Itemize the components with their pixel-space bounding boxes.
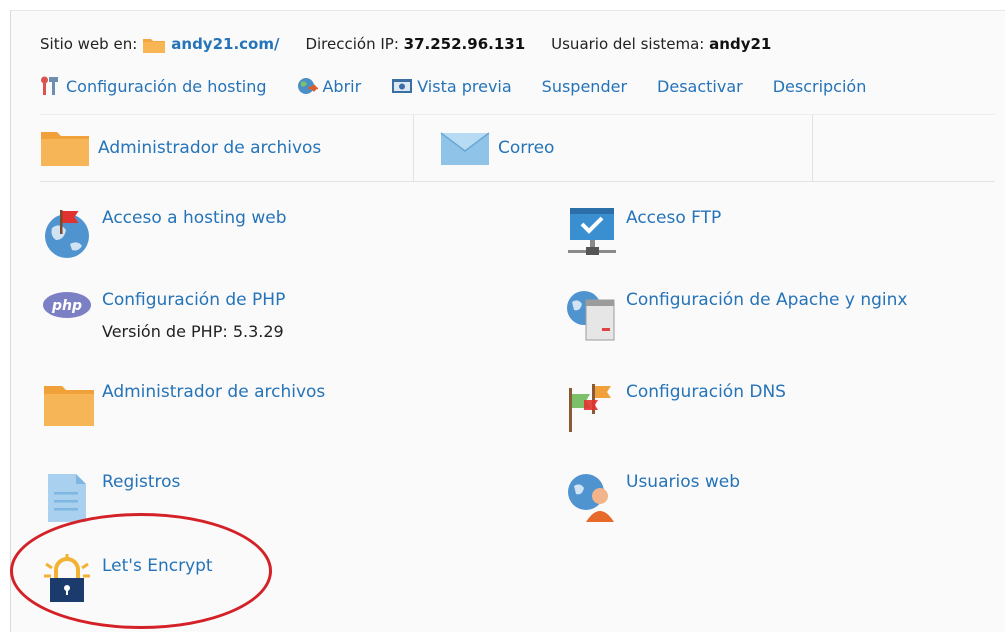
system-user-label: Usuario del sistema: <box>551 35 705 53</box>
site-domain-link[interactable]: andy21.com/ <box>171 35 279 53</box>
globe-arrow-icon <box>296 76 320 96</box>
quick-tiles: Administrador de archivos Correo <box>40 114 995 182</box>
tile-mail-label: Correo <box>498 138 555 158</box>
svg-text:php: php <box>51 298 82 314</box>
web-users-item[interactable]: Usuarios web <box>566 470 740 524</box>
tile-file-manager-label: Administrador de archivos <box>98 138 322 158</box>
globe-flag-icon <box>42 206 96 260</box>
apache-config-item[interactable]: Configuración de Apache y nginx <box>566 288 907 342</box>
hosting-settings-link[interactable]: Configuración de hosting <box>40 76 266 96</box>
hosting-settings-label: Configuración de hosting <box>66 76 267 96</box>
lets-encrypt-label: Let's Encrypt <box>102 556 213 576</box>
system-user-value: andy21 <box>709 35 772 53</box>
folder-icon <box>40 128 90 168</box>
web-users-label: Usuarios web <box>626 472 741 492</box>
open-label: Abrir <box>322 76 362 96</box>
dns-config-label: Configuración DNS <box>626 382 786 402</box>
preview-label: Vista previa <box>417 76 512 96</box>
folder-icon <box>42 380 96 434</box>
tile-divider <box>812 115 813 181</box>
php-version-text: Versión de PHP: 5.3.29 <box>102 322 284 341</box>
file-manager-label: Administrador de archivos <box>102 382 326 402</box>
deactivate-label: Desactivar <box>657 76 743 96</box>
php-config-label: Configuración de PHP <box>102 290 286 310</box>
suspend-link[interactable]: Suspender <box>542 77 627 96</box>
ip-value: 37.252.96.131 <box>403 35 526 53</box>
open-link[interactable]: Abrir <box>296 76 361 96</box>
hosting-access-label: Acceso a hosting web <box>102 208 287 228</box>
ftp-access-label: Acceso FTP <box>626 208 722 228</box>
site-label: Sitio web en: <box>40 35 138 53</box>
php-config-item[interactable]: php Configuración de PHP Versión de PHP:… <box>42 288 285 344</box>
server-globe-icon <box>566 288 620 342</box>
tools-icon <box>40 76 62 96</box>
preview-icon <box>391 76 413 96</box>
logs-item[interactable]: Registros <box>42 470 180 524</box>
lets-encrypt-item[interactable]: Let's Encrypt <box>42 554 213 608</box>
folder-icon <box>143 37 166 53</box>
deactivate-link[interactable]: Desactivar <box>657 77 743 96</box>
ftp-access-item[interactable]: Acceso FTP <box>566 206 721 260</box>
actions-row: Configuración de hosting Abrir Vista pre… <box>40 74 896 98</box>
ip-label: Dirección IP: <box>305 35 399 53</box>
tile-file-manager[interactable]: Administrador de archivos <box>40 115 321 181</box>
description-link[interactable]: Descripción <box>773 77 867 96</box>
description-label: Descripción <box>772 76 867 96</box>
document-icon <box>42 470 96 524</box>
globe-user-icon <box>566 470 620 524</box>
dns-flags-icon <box>566 380 620 434</box>
preview-link[interactable]: Vista previa <box>391 76 512 96</box>
site-info-row: Sitio web en: andy21.com/ Dirección IP: … <box>40 33 771 55</box>
logs-label: Registros <box>102 472 181 492</box>
file-manager-item[interactable]: Administrador de archivos <box>42 380 325 434</box>
tile-divider <box>413 115 414 181</box>
dns-config-item[interactable]: Configuración DNS <box>566 380 786 434</box>
hosting-access-item[interactable]: Acceso a hosting web <box>42 206 287 260</box>
ftp-icon <box>566 206 620 260</box>
php-icon: php <box>42 288 96 342</box>
mail-icon <box>440 128 490 168</box>
suspend-label: Suspender <box>541 76 628 96</box>
tile-mail[interactable]: Correo <box>440 115 554 181</box>
apache-config-label: Configuración de Apache y nginx <box>626 290 908 310</box>
padlock-icon <box>42 554 96 608</box>
